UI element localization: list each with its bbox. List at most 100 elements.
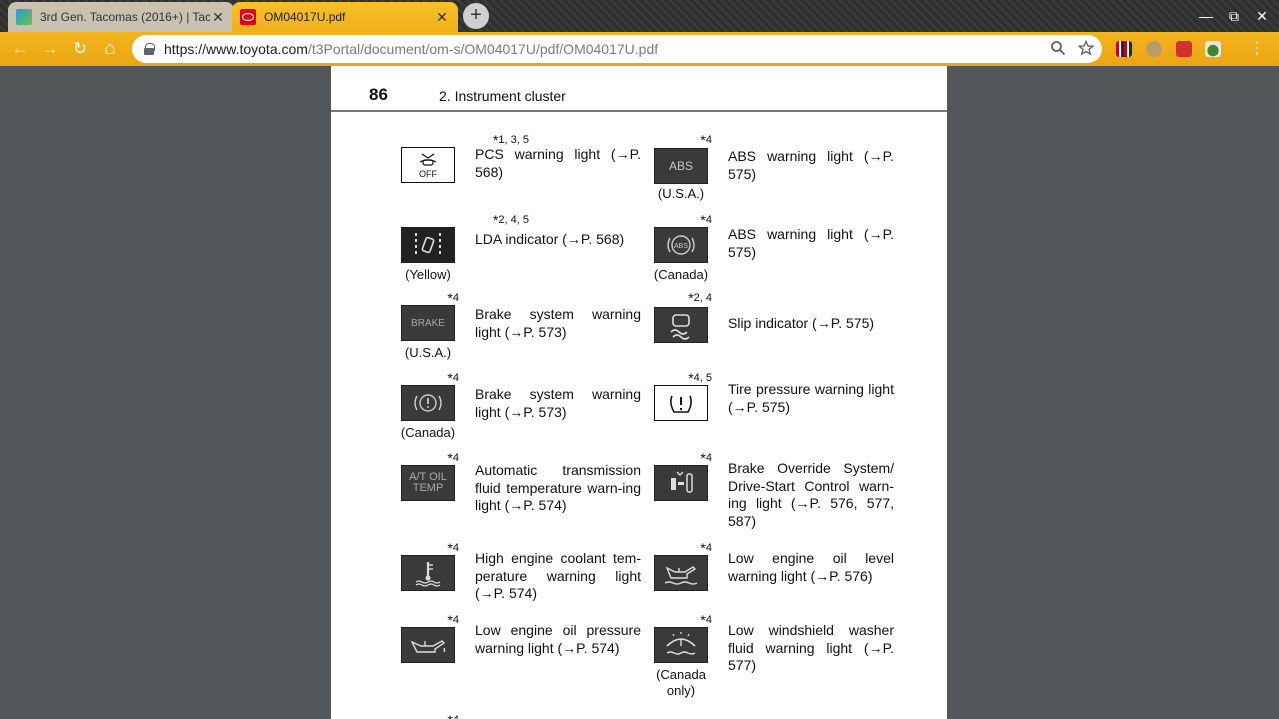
lda-icon bbox=[401, 227, 455, 263]
tab-title: 3rd Gen. Tacomas (2016+) | Tac bbox=[40, 10, 210, 24]
region-caption: (Canada) bbox=[653, 267, 709, 282]
section-title: 2. Instrument cluster bbox=[439, 88, 566, 104]
entry-washer-fluid: 4 (Canada only) Low windshield washer fl… bbox=[654, 610, 904, 700]
entry-at-oil-temp: 4 A/T OIL TEMP Automatic transmission fl… bbox=[401, 448, 651, 528]
entry-brake-canada: 4 (Canada) Brake system warning light (→… bbox=[401, 368, 651, 448]
entry-lda: 2, 4, 5 (Yellow) LDA indicator (→P. 568) bbox=[401, 210, 651, 290]
entry-partial: 4 bbox=[401, 710, 651, 719]
region-caption: (Yellow) bbox=[405, 267, 451, 282]
restore-button[interactable]: ⧉ bbox=[1224, 6, 1244, 26]
url-host: https://www.toyota.com bbox=[164, 41, 308, 57]
slip-icon bbox=[654, 307, 708, 343]
region-caption: (Canada only) bbox=[656, 667, 706, 698]
close-icon[interactable]: ✕ bbox=[434, 9, 450, 26]
region-caption: (Canada) bbox=[400, 425, 456, 440]
footnote-ref: 4 bbox=[700, 210, 712, 226]
footnote-ref: 1, 3, 5 bbox=[493, 130, 529, 146]
entry-description: Brake system warning light (→P. 573) bbox=[475, 386, 641, 420]
region-caption: (U.S.A.) bbox=[404, 345, 452, 360]
footnote-ref: 4 bbox=[447, 368, 459, 384]
extension-green-icon[interactable] bbox=[1205, 41, 1221, 57]
footnote-ref: 4 bbox=[447, 448, 459, 464]
entry-description: LDA indicator (→P. 568) bbox=[475, 231, 625, 247]
reload-button[interactable]: ↻ bbox=[69, 38, 91, 60]
entry-description: ABS warning light (→P. 575) bbox=[728, 226, 894, 260]
entry-description: ABS warning light (→P. 575) bbox=[728, 148, 894, 182]
entry-brake-override: 4 Brake Override System/ Drive-Start Con… bbox=[654, 448, 904, 538]
tab-pdf[interactable]: OM04017U.pdf ✕ bbox=[232, 2, 458, 32]
entry-description: PCS warning light (→P. 568) bbox=[475, 146, 641, 180]
forward-button[interactable]: → bbox=[39, 38, 61, 60]
pcs-off-icon: OFF bbox=[401, 147, 455, 183]
window-close-button[interactable]: ✕ bbox=[1252, 6, 1272, 26]
minimize-button[interactable]: — bbox=[1196, 6, 1216, 26]
tab-strip: 3rd Gen. Tacomas (2016+) | Tac ✕ OM04017… bbox=[0, 0, 1279, 32]
entry-oil-level: 4 Low engine oil level warning light (→P… bbox=[654, 538, 904, 618]
entry-oil-pressure: 4 Low engine oil pressure warning light … bbox=[401, 610, 651, 690]
washer-fluid-icon bbox=[654, 627, 708, 663]
site-favicon-icon bbox=[16, 9, 32, 25]
oil-level-icon bbox=[654, 555, 708, 591]
region-caption: (U.S.A.) bbox=[657, 186, 705, 201]
page-number: 86 bbox=[369, 85, 388, 104]
entry-tire-pressure: 4, 5 Tire pressure warning light (→P. 57… bbox=[654, 368, 904, 448]
brake-text-icon: BRAKE bbox=[401, 305, 455, 341]
entry-description: Brake Override System/ Drive-Start Contr… bbox=[728, 460, 894, 529]
entry-description: Brake system warning light (→P. 573) bbox=[475, 306, 641, 340]
footnote-ref: 4 bbox=[447, 610, 459, 626]
entry-description: Low engine oil pressure warning light (→… bbox=[475, 622, 641, 656]
entry-brake-usa: 4 BRAKE (U.S.A.) Brake system warning li… bbox=[401, 288, 651, 368]
at-oil-temp-icon: A/T OIL TEMP bbox=[401, 465, 455, 501]
at-oil-temp-label: A/T OIL TEMP bbox=[409, 471, 447, 494]
entry-description: Tire pressure warning light (→P. 575) bbox=[728, 381, 894, 415]
url-text: https://www.toyota.com/t3Portal/document… bbox=[164, 41, 658, 57]
bookmark-star-icon[interactable] bbox=[1078, 40, 1094, 56]
menu-kebab-icon[interactable]: ⋮ bbox=[1246, 38, 1268, 60]
tab-tacoma-forum[interactable]: 3rd Gen. Tacomas (2016+) | Tac ✕ bbox=[8, 2, 234, 32]
entry-description: High engine coolant tem-perature warning… bbox=[475, 550, 641, 601]
brake-label: BRAKE bbox=[411, 317, 445, 329]
entry-description: Slip indicator (→P. 575) bbox=[728, 315, 875, 331]
entry-slip: 2, 4 Slip indicator (→P. 575) bbox=[654, 288, 904, 368]
extension-red-icon[interactable] bbox=[1176, 41, 1192, 57]
entry-abs-canada: 4 ABS (Canada) ABS warning light (→P. 57… bbox=[654, 210, 904, 290]
address-bar[interactable]: https://www.toyota.com/t3Portal/document… bbox=[132, 35, 1102, 63]
footnote-ref: 4 bbox=[700, 448, 712, 464]
entry-coolant-temp: 4 High engine coolant tem-perature warni… bbox=[401, 538, 651, 618]
extension-flag-icon[interactable] bbox=[1116, 41, 1132, 57]
toyota-favicon-icon bbox=[240, 9, 256, 25]
footnote-ref: 4 bbox=[447, 538, 459, 554]
footnote-ref: 4 bbox=[447, 710, 459, 719]
tire-pressure-icon bbox=[654, 385, 708, 421]
lock-icon bbox=[144, 43, 155, 55]
abs-label: ABS bbox=[668, 158, 693, 173]
home-button[interactable]: ⌂ bbox=[99, 38, 121, 60]
tab-title: OM04017U.pdf bbox=[264, 10, 346, 24]
footnote-ref: 2, 4, 5 bbox=[493, 210, 529, 226]
coolant-temp-icon bbox=[401, 555, 455, 591]
footnote-ref: 4 bbox=[447, 288, 459, 304]
footnote-ref: 2, 4 bbox=[688, 288, 712, 304]
abs-circle-icon: ABS bbox=[654, 227, 708, 263]
abs-text-icon: ABS bbox=[654, 148, 708, 184]
new-tab-button[interactable]: + bbox=[463, 3, 489, 29]
page-header: 86 2. Instrument cluster bbox=[331, 66, 947, 112]
footnote-ref: 4 bbox=[700, 538, 712, 554]
abs-circle-label: ABS bbox=[674, 243, 688, 250]
back-button[interactable]: ← bbox=[9, 38, 31, 60]
extension-cookie-icon[interactable] bbox=[1146, 41, 1162, 57]
browser-toolbar: ← → ↻ ⌂ https://www.toyota.com/t3Portal/… bbox=[0, 32, 1279, 66]
brake-circle-icon bbox=[401, 385, 455, 421]
entry-description: Low windshield washer fluid warning ligh… bbox=[728, 622, 894, 673]
footnote-ref: 4, 5 bbox=[688, 368, 712, 384]
entry-description: Low engine oil level warning light (→P. … bbox=[728, 550, 894, 584]
brake-override-icon bbox=[654, 465, 708, 501]
close-icon[interactable]: ✕ bbox=[210, 9, 226, 26]
zoom-icon[interactable] bbox=[1050, 40, 1066, 56]
entry-pcs: 1, 3, 5 OFF PCS warning light (→P. 568) bbox=[401, 130, 651, 210]
entry-abs-usa: 4 ABS (U.S.A.) ABS warning light (→P. 57… bbox=[654, 130, 904, 210]
footnote-ref: 4 bbox=[700, 610, 712, 626]
footnote-ref: 4 bbox=[700, 130, 712, 146]
url-path: /t3Portal/document/om-s/OM04017U/pdf/OM0… bbox=[307, 41, 659, 57]
oil-pressure-icon bbox=[401, 627, 455, 663]
